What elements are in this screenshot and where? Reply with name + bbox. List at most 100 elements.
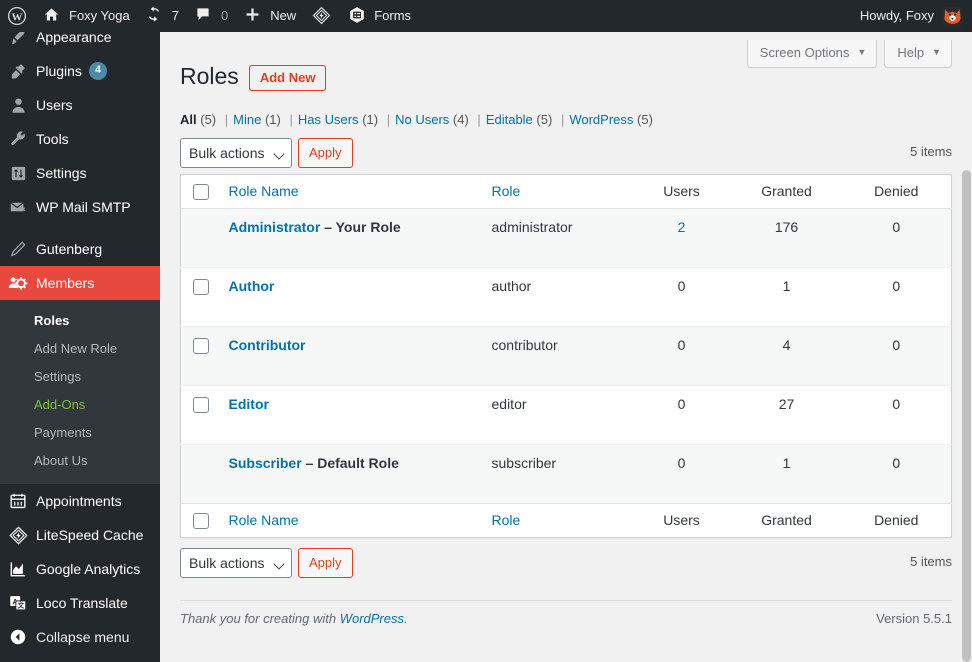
bulk-actions-select-top[interactable]: Bulk actions	[180, 137, 292, 168]
select-all-checkbox-bottom[interactable]	[193, 512, 209, 529]
filter-count: (5)	[637, 111, 653, 127]
role-name-link[interactable]: Contributor	[229, 337, 306, 353]
wordpress-link[interactable]: WordPress	[340, 611, 404, 626]
wordpress-logo-menu[interactable]: W	[0, 0, 35, 32]
submenu-item-about-us[interactable]: About Us	[0, 447, 160, 475]
sort-link-role-name[interactable]: Role Name	[229, 512, 299, 528]
screen-options-button[interactable]: Screen Options ▼	[746, 40, 878, 69]
row-granted: 1	[782, 454, 791, 471]
sidebar-item-wp-mail-smtp[interactable]: WP Mail SMTP	[0, 190, 160, 224]
roles-table: Role Name Role Users Granted Denied Admi…	[180, 173, 952, 538]
filter-link[interactable]: Mine	[233, 112, 261, 127]
sort-link-role-name[interactable]: Role Name	[229, 183, 299, 199]
sort-link-role[interactable]: Role	[492, 512, 521, 528]
table-row[interactable]: Contributor contributor 0 4 0	[180, 326, 952, 386]
add-new-button[interactable]: Add New	[248, 64, 327, 92]
filter-item-has-users[interactable]: Has Users (1) |	[298, 110, 395, 130]
column-footer-role-name[interactable]: Role Name	[218, 502, 482, 538]
filter-item-mine[interactable]: Mine (1) |	[233, 110, 298, 130]
table-row[interactable]: Administrator – Your Role administrator …	[180, 208, 952, 268]
filter-link[interactable]: All	[180, 112, 197, 127]
filter-item-wordpress[interactable]: WordPress (5)	[569, 110, 653, 130]
row-checkbox-cell[interactable]	[181, 385, 219, 444]
sidebar-item-members[interactable]: Members	[0, 266, 160, 300]
sidebar-item-loco-translate[interactable]: A文 Loco Translate	[0, 586, 160, 620]
my-account-menu[interactable]: Howdy, Foxy	[852, 0, 972, 32]
row-checkbox[interactable]	[193, 337, 209, 354]
sidebar-item-label: Members	[36, 275, 95, 291]
table-row[interactable]: Editor editor 0 27 0	[180, 385, 952, 444]
row-users: 0	[677, 395, 686, 412]
svg-text:W: W	[12, 12, 23, 24]
sidebar-item-settings[interactable]: Settings	[0, 156, 160, 190]
thankyou-text: Thank you for creating with WordPress.	[180, 611, 408, 626]
row-checkbox-cell[interactable]	[181, 326, 219, 385]
column-header-role-name[interactable]: Role Name	[218, 174, 482, 209]
scrollbar-thumb[interactable]	[962, 170, 971, 662]
submenu-item-settings[interactable]: Settings	[0, 363, 160, 391]
sidebar-item-gutenberg[interactable]: Gutenberg	[0, 232, 160, 266]
role-name-link[interactable]: Editor	[229, 396, 269, 412]
table-footer-row: Role Name Role Users Granted Denied	[180, 502, 952, 538]
apply-button-top[interactable]: Apply	[298, 137, 353, 168]
filter-item-all[interactable]: All (5) |	[180, 110, 233, 130]
role-name-note: – Your Role	[324, 218, 401, 235]
sidebar-item-plugins[interactable]: Plugins 4	[0, 54, 160, 88]
filter-item-no-users[interactable]: No Users (4) |	[395, 110, 486, 130]
users-count-link[interactable]: 2	[678, 219, 686, 235]
column-footer-role[interactable]: Role	[481, 502, 632, 538]
row-checkbox[interactable]	[193, 278, 209, 295]
submenu-item-add-new-role[interactable]: Add New Role	[0, 335, 160, 363]
admin-sidebar[interactable]: Appearance Plugins 4 Users Tools Setting…	[0, 0, 160, 662]
updates-menu[interactable]: 7	[138, 0, 187, 32]
sidebar-item-users[interactable]: Users	[0, 88, 160, 122]
table-row[interactable]: Subscriber – Default Role subscriber 0 1…	[180, 444, 952, 504]
filter-link[interactable]: No Users	[395, 112, 449, 127]
column-header-role[interactable]: Role	[481, 174, 632, 209]
help-button[interactable]: Help ▼	[884, 40, 952, 69]
page-scrollbar[interactable]	[961, 32, 972, 662]
role-name-link[interactable]: Author	[229, 278, 275, 294]
site-name-menu[interactable]: Foxy Yoga	[35, 0, 138, 32]
row-denied: 0	[892, 336, 901, 353]
comment-bubble-icon	[195, 6, 215, 26]
select-all-footer[interactable]	[180, 502, 219, 538]
sidebar-item-appointments[interactable]: Appointments	[0, 484, 160, 518]
new-content-menu[interactable]: New	[236, 0, 304, 32]
sidebar-item-tools[interactable]: Tools	[0, 122, 160, 156]
filter-divider: |	[224, 111, 229, 127]
roles-page-wrap: Screen Options ▼ Help ▼ Roles Add New Al…	[160, 32, 972, 626]
filter-link[interactable]: WordPress	[569, 112, 633, 127]
filter-item-editable[interactable]: Editable (5) |	[486, 110, 570, 130]
users-person-icon	[0, 96, 36, 115]
sidebar-item-litespeed-cache[interactable]: LiteSpeed Cache	[0, 518, 160, 552]
apply-button-bottom[interactable]: Apply	[298, 547, 353, 578]
row-denied: 0	[892, 454, 901, 471]
row-denied: 0	[892, 277, 901, 294]
settings-sliders-icon	[0, 164, 36, 183]
filter-link[interactable]: Has Users	[298, 112, 359, 127]
forms-menu[interactable]: Forms	[340, 0, 419, 32]
comments-menu[interactable]: 0	[187, 0, 236, 32]
submenu-item-roles[interactable]: Roles	[0, 307, 160, 335]
role-name-link[interactable]: Subscriber	[229, 455, 302, 471]
filter-link[interactable]: Editable	[486, 112, 533, 127]
sort-link-role[interactable]: Role	[492, 183, 521, 199]
column-footer-denied: Denied	[841, 502, 952, 538]
litespeed-menu[interactable]	[304, 0, 340, 32]
sidebar-separator	[0, 224, 160, 232]
row-checkbox-cell	[181, 444, 219, 503]
select-all-checkbox-top[interactable]	[193, 183, 209, 200]
collapse-menu-button[interactable]: Collapse menu	[0, 620, 160, 654]
sidebar-item-google-analytics[interactable]: Google Analytics	[0, 552, 160, 586]
submenu-item-payments[interactable]: Payments	[0, 419, 160, 447]
submenu-item-add-ons[interactable]: Add-Ons	[0, 391, 160, 419]
row-checkbox-cell[interactable]	[181, 267, 219, 326]
role-name-link[interactable]: Administrator	[229, 219, 321, 235]
table-row[interactable]: Author author 0 1 0	[180, 267, 952, 326]
select-all-header[interactable]	[180, 174, 219, 209]
row-checkbox[interactable]	[193, 396, 209, 413]
row-role-slug: subscriber	[482, 444, 632, 503]
bulk-actions-select-bottom[interactable]: Bulk actions	[180, 547, 292, 578]
chevron-down-icon: ▼	[932, 47, 941, 58]
